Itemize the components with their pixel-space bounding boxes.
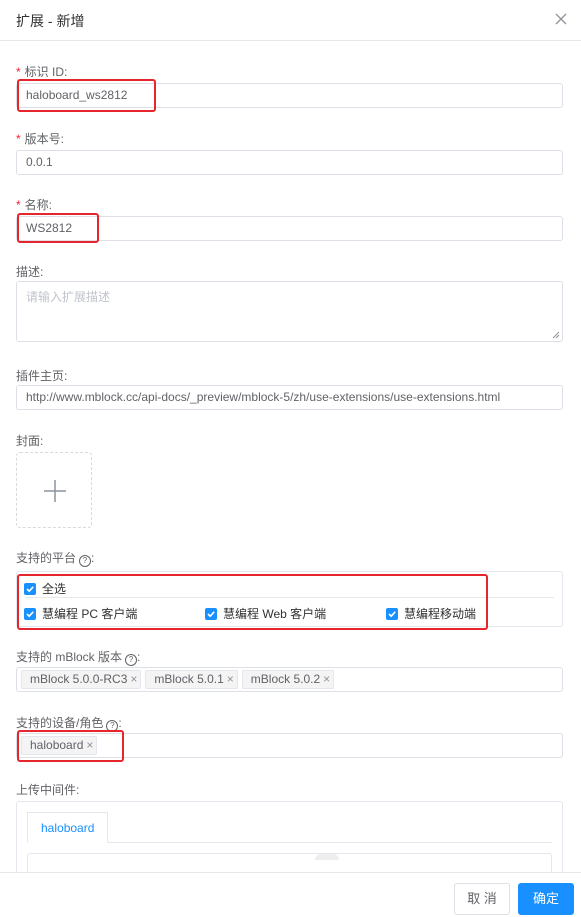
version-tag: mBlock 5.0.1 × xyxy=(145,670,238,689)
platforms-label: 支持的平台?: xyxy=(16,551,95,567)
name-label: * 名称: xyxy=(16,198,53,212)
extension-dialog: 扩展 - 新增 * 标识 ID: haloboard_ws2812 * 版本号: 0… xyxy=(0,0,581,917)
middleware-upload-area[interactable] xyxy=(27,853,552,872)
resize-handle-icon[interactable] xyxy=(552,331,560,339)
version-tag: mBlock 5.0.2 × xyxy=(241,670,335,689)
upload-icon xyxy=(315,854,339,860)
mblock-versions-label: 支持的 mBlock 版本?: xyxy=(16,650,141,666)
dialog-footer: 取 消 确定 xyxy=(0,872,581,917)
version-tag: mBlock 5.0.0-RC3 × xyxy=(21,670,142,689)
cover-upload[interactable] xyxy=(16,452,92,528)
version-label: * 版本号: xyxy=(16,132,65,146)
homepage-input[interactable]: http://www.mblock.cc/api-docs/_preview/m… xyxy=(16,385,563,410)
close-icon[interactable] xyxy=(552,10,570,28)
close-icon[interactable]: × xyxy=(130,671,137,688)
cancel-button[interactable]: 取 消 xyxy=(454,883,510,915)
highlight-box xyxy=(17,730,124,762)
help-icon[interactable]: ? xyxy=(79,555,92,567)
dialog-title: 扩展 - 新增 xyxy=(16,13,85,29)
description-placeholder: 请输入扩展描述 xyxy=(26,290,111,304)
dialog-body: * 标识 ID: haloboard_ws2812 * 版本号: 0.0.1 * 名称… xyxy=(0,41,581,872)
mblock-versions-select[interactable]: mBlock 5.0.0-RC3 × mBlock 5.0.1 × mBlock 5… xyxy=(16,667,563,692)
cover-label: 封面: xyxy=(16,434,44,448)
highlight-box xyxy=(17,574,488,630)
tab-haloboard[interactable]: haloboard xyxy=(27,812,109,843)
middleware-panel: haloboard xyxy=(16,801,563,872)
dialog-header: 扩展 - 新增 xyxy=(0,0,581,41)
homepage-label: 插件主页: xyxy=(16,369,68,383)
description-label: 描述: xyxy=(16,265,44,279)
plus-icon xyxy=(44,480,66,502)
middleware-label: 上传中间件: xyxy=(16,783,80,797)
close-icon[interactable]: × xyxy=(323,671,330,688)
version-input[interactable]: 0.0.1 xyxy=(16,150,563,175)
highlight-box xyxy=(17,213,99,243)
close-icon[interactable]: × xyxy=(227,671,234,688)
help-icon[interactable]: ? xyxy=(125,654,138,666)
confirm-button[interactable]: 确定 xyxy=(518,883,574,915)
id-label: * 标识 ID: xyxy=(16,65,68,79)
highlight-box xyxy=(17,79,156,112)
description-textarea[interactable]: 请输入扩展描述 xyxy=(16,281,563,342)
